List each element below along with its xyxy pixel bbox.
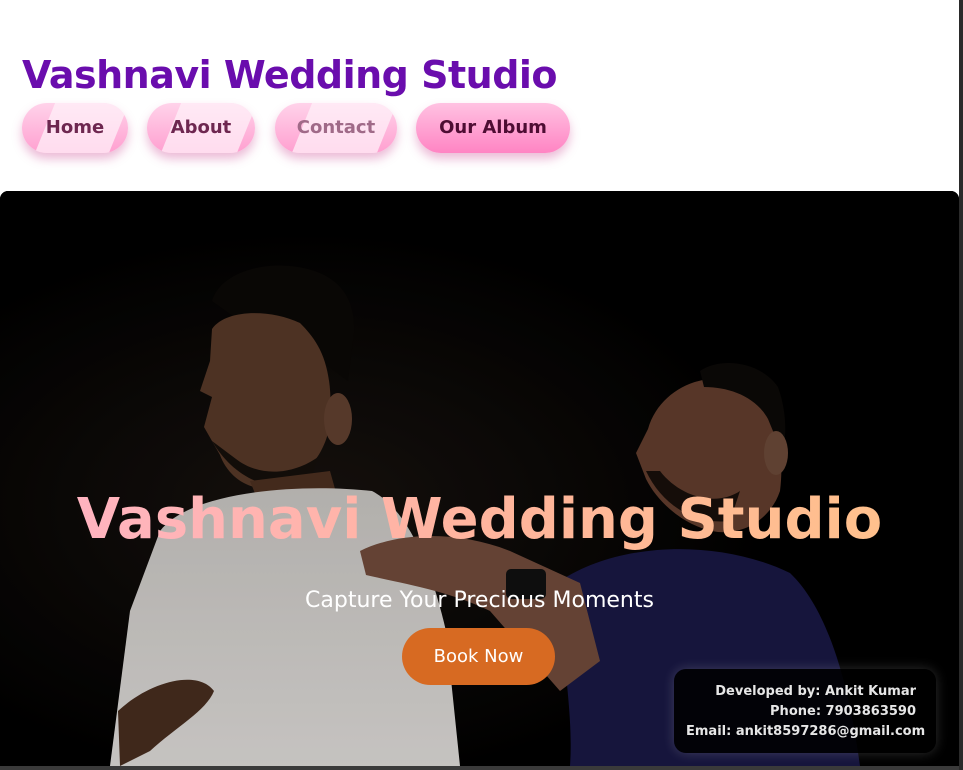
hero-section: Vashnavi Wedding Studio Capture Your Pre… — [0, 191, 959, 766]
window-edge — [959, 0, 963, 770]
hero-title: Vashnavi Wedding Studio — [0, 487, 959, 552]
nav-contact-label: Contact — [296, 117, 376, 138]
book-now-button[interactable]: Book Now — [402, 628, 555, 685]
nav-home-label: Home — [45, 117, 105, 138]
hero-subtitle: Capture Your Precious Moments — [305, 588, 654, 613]
developer-email: Email: ankit8597286@gmail.com — [686, 724, 926, 739]
nav-home-button[interactable]: Home — [22, 103, 128, 153]
page: Vashnavi Wedding Studio Home About Conta… — [0, 0, 963, 770]
site-brand-title[interactable]: Vashnavi Wedding Studio — [22, 53, 558, 97]
nav-our-album-label: Our Album — [439, 117, 547, 138]
nav-about-label: About — [170, 117, 232, 138]
nav-about-button[interactable]: About — [147, 103, 255, 153]
developer-credit-box: Developed by: Ankit Kumar Phone: 7903863… — [674, 669, 936, 753]
developer-name: Developed by: Ankit Kumar — [715, 684, 916, 699]
bottom-divider — [0, 766, 963, 770]
developer-phone: Phone: 7903863590 — [770, 704, 916, 719]
nav-contact-button[interactable]: Contact — [275, 103, 397, 153]
nav-our-album-button[interactable]: Our Album — [416, 103, 570, 153]
